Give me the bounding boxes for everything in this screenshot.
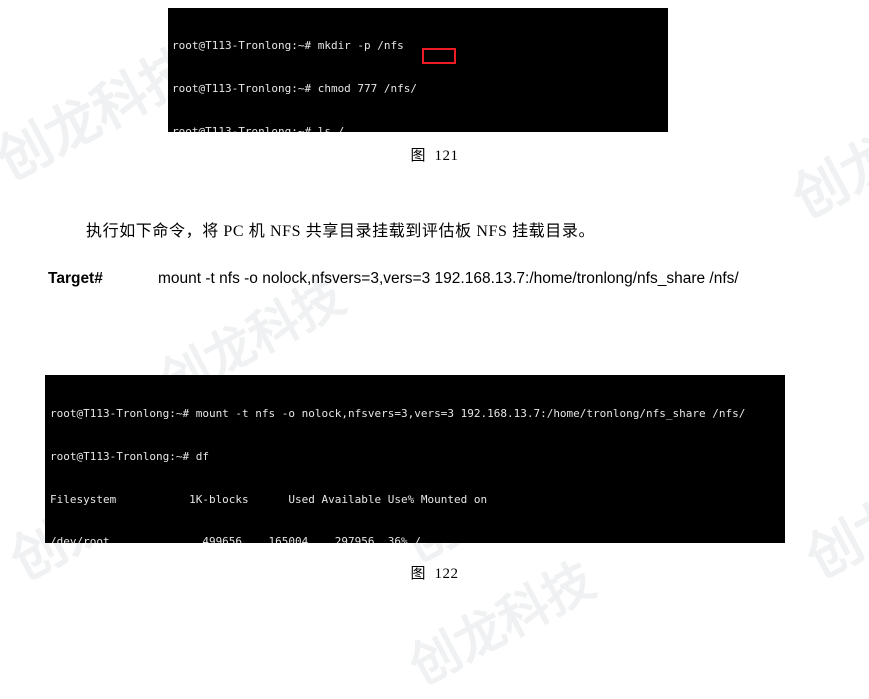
- terminal-output-figure-2: root@T113-Tronlong:~# mount -t nfs -o no…: [45, 375, 785, 543]
- caption-number: 122: [434, 566, 459, 582]
- command-prompt-label: Target#: [48, 270, 103, 287]
- terminal-line: root@T113-Tronlong:~# chmod 777 /nfs/: [172, 82, 418, 95]
- terminal-line: /dev/root 499656 165004 297956 36% /: [50, 535, 421, 543]
- intro-paragraph: 执行如下命令，将 PC 机 NFS 共享目录挂载到评估板 NFS 挂载目录。: [86, 223, 596, 240]
- terminal-line: Filesystem 1K-blocks Used Available Use%…: [50, 492, 488, 506]
- command-text: mount -t nfs -o nolock,nfsvers=3,vers=3 …: [158, 270, 739, 287]
- terminal-output-figure-1: root@T113-Tronlong:~# mkdir -p /nfs root…: [168, 8, 668, 132]
- terminal-line: root@T113-Tronlong:~# mount -t nfs -o no…: [50, 407, 746, 421]
- command-block: Target# mount -t nfs -o nolock,nfsvers=3,…: [48, 260, 838, 297]
- terminal-line: root@T113-Tronlong:~# ls /: [172, 124, 345, 132]
- caption-prefix: 图: [410, 566, 426, 582]
- figure-caption-121: 图 121: [0, 144, 869, 165]
- terminal-line: root@T113-Tronlong:~# mkdir -p /nfs: [172, 39, 404, 53]
- terminal-line: root@T113-Tronlong:~# df: [50, 450, 209, 463]
- caption-number: 121: [434, 148, 459, 164]
- figure-caption-122: 图 122: [0, 562, 869, 583]
- caption-prefix: 图: [410, 148, 426, 164]
